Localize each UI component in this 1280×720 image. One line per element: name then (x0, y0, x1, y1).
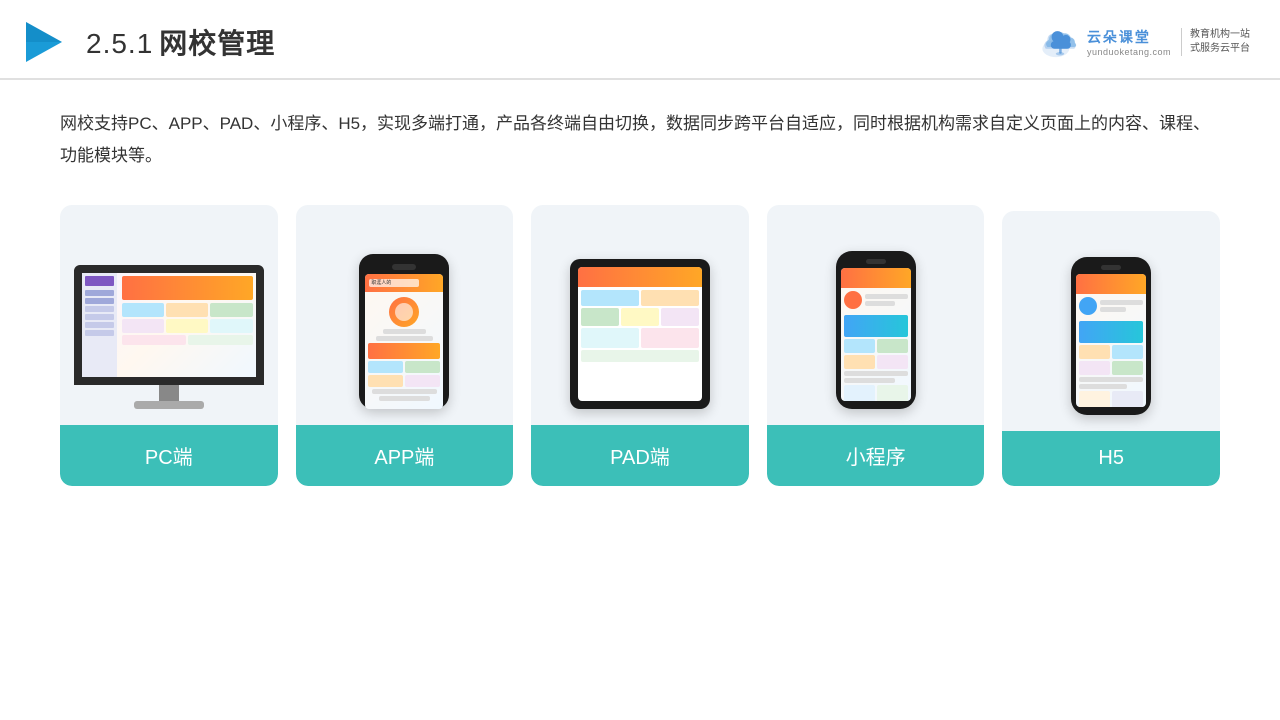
app-card: 职涯人的 (296, 205, 514, 486)
pad-tablet-icon (570, 259, 710, 409)
description-text: 网校支持PC、APP、PAD、小程序、H5，实现多端打通，产品各终端自由切换，数… (60, 108, 1220, 173)
pc-card: PC端 (60, 205, 278, 486)
pad-card: PAD端 (531, 205, 749, 486)
brand-logo: 云朵课堂 yunduoketang.com 教育机构一站 式服务云平台 (1039, 24, 1250, 60)
pc-label: PC端 (60, 425, 278, 486)
device-cards: PC端 职涯人的 (60, 205, 1220, 486)
brand-text: 云朵课堂 yunduoketang.com (1087, 27, 1171, 57)
h5-label: H5 (1002, 431, 1220, 486)
app-phone-icon: 职涯人的 (359, 254, 449, 409)
h5-phone-icon (1071, 257, 1151, 415)
app-label: APP端 (296, 425, 514, 486)
play-logo-icon (20, 18, 68, 66)
h5-card: H5 (1002, 211, 1220, 486)
pc-image-area (76, 229, 262, 409)
miniprogram-phone-icon (836, 251, 916, 409)
pc-monitor-icon (74, 265, 264, 409)
main-content: 网校支持PC、APP、PAD、小程序、H5，实现多端打通，产品各终端自由切换，数… (0, 80, 1280, 506)
header-left: 2.5.1网校管理 (20, 18, 275, 66)
page-header: 2.5.1网校管理 云朵课堂 yunduoketang.com 教育机构一站 式… (0, 0, 1280, 80)
miniprogram-image-area (783, 229, 969, 409)
page-title: 2.5.1网校管理 (86, 22, 275, 62)
pad-image-area (547, 229, 733, 409)
miniprogram-card: 小程序 (767, 205, 985, 486)
miniprogram-label: 小程序 (767, 425, 985, 486)
h5-image-area (1018, 235, 1204, 415)
brand-slogan: 教育机构一站 式服务云平台 (1181, 28, 1250, 56)
app-image-area: 职涯人的 (312, 229, 498, 409)
cloud-icon (1039, 24, 1081, 60)
pad-label: PAD端 (531, 425, 749, 486)
